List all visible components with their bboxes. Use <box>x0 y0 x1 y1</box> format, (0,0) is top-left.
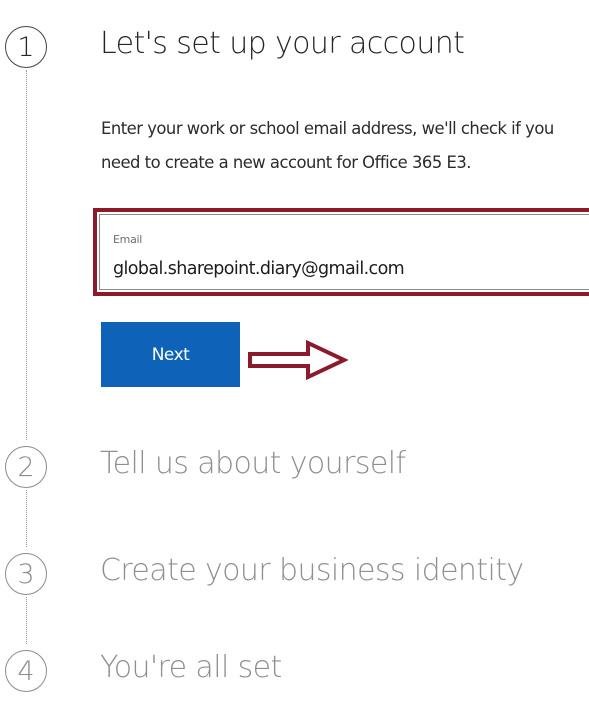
email-field-highlight[interactable]: Email global.sharepoint.diary@gmail.com <box>93 208 589 296</box>
step-connector-2-3 <box>26 490 27 547</box>
step-number-2: 2 <box>5 446 47 488</box>
right-arrow-outline-icon <box>248 340 348 380</box>
step-title-2: Tell us about yourself <box>100 446 406 481</box>
email-field-value[interactable]: global.sharepoint.diary@gmail.com <box>113 259 405 279</box>
email-field[interactable]: Email global.sharepoint.diary@gmail.com <box>99 214 589 290</box>
step-title-3: Create your business identity <box>100 553 524 588</box>
step-description: Enter your work or school email address,… <box>101 119 554 172</box>
step-number-1: 1 <box>5 26 47 68</box>
step-connector-1-2 <box>26 70 27 440</box>
next-button[interactable]: Next <box>101 322 240 387</box>
step-connector-3-4 <box>26 597 27 644</box>
step-title-4: You're all set <box>100 650 282 685</box>
email-field-label: Email <box>113 233 143 246</box>
step-number-3: 3 <box>5 553 47 595</box>
step-title-1: Let's set up your account <box>100 26 465 61</box>
step-number-4: 4 <box>5 650 47 692</box>
